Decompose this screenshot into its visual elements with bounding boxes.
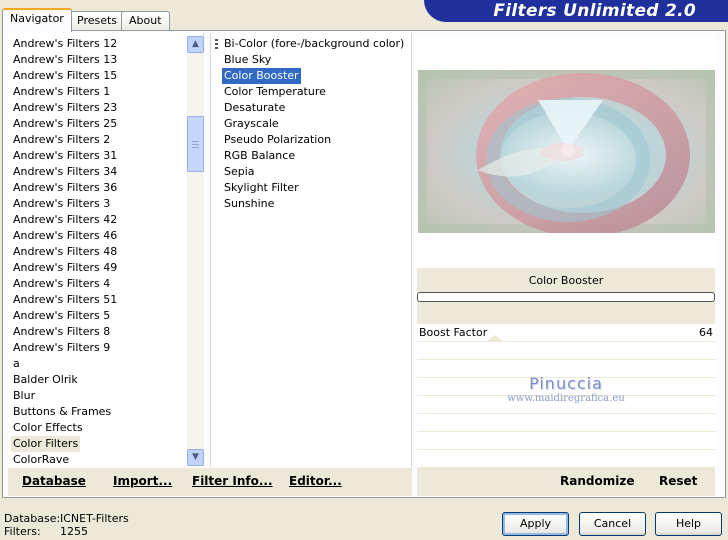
category-item[interactable]: Andrew's Filters 49 [11, 260, 119, 276]
category-item[interactable]: Andrew's Filters 23 [11, 100, 119, 116]
param-row-empty [417, 396, 715, 414]
scroll-up-icon[interactable]: ▲ [187, 36, 204, 53]
filter-title: Color Booster [528, 274, 604, 287]
filter-item[interactable]: Color Booster [222, 68, 301, 84]
database-label: Database: [4, 512, 61, 525]
filter-item[interactable]: RGB Balance [222, 148, 297, 164]
filter-item[interactable]: Grayscale [222, 116, 281, 132]
filters-count-label: Filters: [4, 525, 41, 538]
tab-presets[interactable]: Presets [69, 11, 126, 31]
filter-item[interactable]: Pseudo Polarization [222, 132, 333, 148]
category-item[interactable]: Color Effects [11, 420, 85, 436]
filter-list[interactable]: Bi-Color (fore-/background color) Blue Sk… [210, 33, 412, 467]
category-item[interactable]: Color Filters [11, 436, 81, 452]
tab-navigator[interactable]: Navigator [2, 8, 72, 32]
scrollbar-thumb[interactable] [187, 116, 204, 172]
filter-item[interactable]: Bi-Color (fore-/background color) [222, 36, 406, 52]
filter-item[interactable]: Skylight Filter [222, 180, 301, 196]
category-item[interactable]: Andrew's Filters 31 [11, 148, 119, 164]
category-item[interactable]: Andrew's Filters 36 [11, 180, 119, 196]
category-item[interactable]: Andrew's Filters 9 [11, 340, 112, 356]
cancel-button[interactable]: Cancel [579, 512, 646, 536]
param-row-empty [417, 360, 715, 378]
parameter-panel: Boost Factor 64 Pinuccia www.maidiregraf… [417, 324, 715, 468]
category-item[interactable]: Buttons & Frames [11, 404, 113, 420]
category-item[interactable]: Andrew's Filters 46 [11, 228, 119, 244]
param-row-empty [417, 432, 715, 450]
randomize-link[interactable]: Randomize [560, 474, 634, 488]
database-link[interactable]: Database [22, 474, 86, 488]
filter-item[interactable]: Color Temperature [222, 84, 328, 100]
reset-link[interactable]: Reset [659, 474, 697, 488]
filter-header: Color Booster [417, 268, 715, 324]
filter-item[interactable]: Desaturate [222, 100, 287, 116]
param-row-empty [417, 378, 715, 396]
navigator-toolbar: Database Import... Filter Info... Editor… [8, 468, 412, 496]
filter-item[interactable]: Sunshine [222, 196, 276, 212]
category-item[interactable]: Andrew's Filters 15 [11, 68, 119, 84]
preview-image [418, 70, 715, 233]
slider-marker-icon[interactable] [487, 335, 503, 341]
tab-about[interactable]: About [121, 11, 170, 31]
category-item[interactable]: a [11, 356, 22, 372]
drag-grip-icon [215, 39, 219, 50]
param-label: Boost Factor [419, 326, 488, 339]
category-item[interactable]: Andrew's Filters 48 [11, 244, 119, 260]
filter-item[interactable]: Blue Sky [222, 52, 273, 68]
import-link[interactable]: Import... [113, 474, 172, 488]
category-scrollbar[interactable]: ▲ ▼ [187, 36, 204, 466]
app-logo: Filters Unlimited 2.0 [424, 0, 728, 22]
category-item[interactable]: Balder Olrik [11, 372, 80, 388]
param-row-empty [417, 342, 715, 360]
category-item[interactable]: Andrew's Filters 42 [11, 212, 119, 228]
filter-item[interactable]: Sepia [222, 164, 257, 180]
filter-progress-bar [417, 292, 715, 302]
database-value: ICNET-Filters [60, 512, 129, 525]
category-item[interactable]: ColorRave [11, 452, 71, 467]
help-button[interactable]: Help [655, 512, 722, 536]
param-row-empty [417, 414, 715, 432]
category-item[interactable]: Andrew's Filters 13 [11, 52, 119, 68]
category-item[interactable]: Andrew's Filters 25 [11, 116, 119, 132]
editor-link[interactable]: Editor... [289, 474, 342, 488]
apply-button[interactable]: Apply [502, 512, 569, 536]
filters-count-value: 1255 [60, 525, 88, 538]
param-boost-factor[interactable]: Boost Factor 64 [417, 324, 715, 342]
category-item[interactable]: Andrew's Filters 2 [11, 132, 112, 148]
category-item[interactable]: Andrew's Filters 5 [11, 308, 112, 324]
category-item[interactable]: Andrew's Filters 8 [11, 324, 112, 340]
category-item[interactable]: Andrew's Filters 1 [11, 84, 112, 100]
filter-info-link[interactable]: Filter Info... [192, 474, 273, 488]
scroll-down-icon[interactable]: ▼ [187, 449, 204, 466]
category-item[interactable]: Andrew's Filters 51 [11, 292, 119, 308]
category-item[interactable]: Andrew's Filters 34 [11, 164, 119, 180]
category-item[interactable]: Andrew's Filters 12 [11, 36, 119, 52]
category-item[interactable]: Andrew's Filters 4 [11, 276, 112, 292]
category-list[interactable]: Andrew's Filters 12 Andrew's Filters 13 An… [8, 33, 204, 467]
preview-area [417, 34, 715, 268]
category-item[interactable]: Andrew's Filters 3 [11, 196, 112, 212]
category-item[interactable]: Blur [11, 388, 37, 404]
filter-toolbar: Randomize Reset [417, 468, 715, 496]
param-value: 64 [699, 326, 713, 339]
param-row-empty [417, 450, 715, 468]
